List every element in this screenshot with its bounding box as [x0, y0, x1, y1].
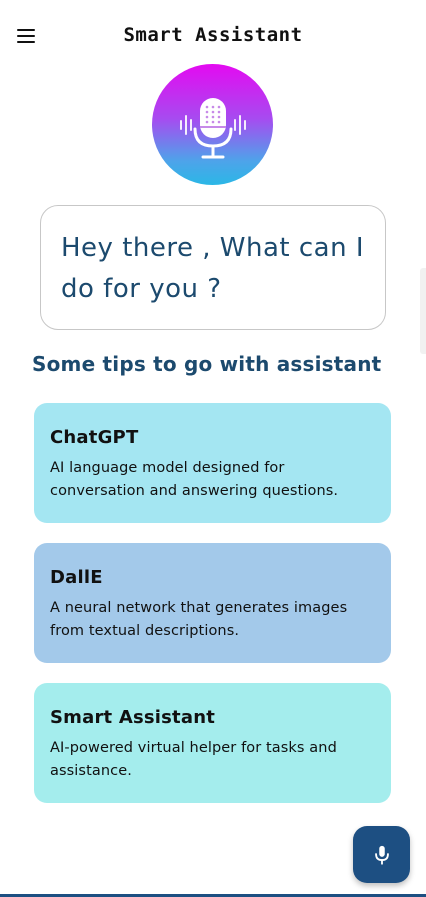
tip-card-description: AI-powered virtual helper for tasks and …: [50, 740, 337, 779]
tip-card-title: DallE: [50, 567, 103, 588]
tip-card-title: Smart Assistant: [50, 707, 216, 728]
tip-card-dalle[interactable]: DallE A neural network that generates im…: [34, 543, 391, 663]
greeting-text: Hey there , What can I do for you ?: [61, 233, 364, 304]
microphone-icon: [374, 845, 389, 865]
tip-card-description: AI language model designed for conversat…: [50, 460, 339, 499]
tips-heading: Some tips to go with assistant: [32, 352, 382, 376]
microphone-icon: [179, 97, 246, 158]
assistant-avatar: [152, 64, 273, 185]
voice-input-button[interactable]: [353, 826, 410, 883]
greeting-bubble: Hey there , What can I do for you ?: [40, 205, 386, 330]
app-bar: Smart Assistant: [0, 0, 426, 70]
tip-card-description: A neural network that generates images f…: [50, 600, 348, 639]
tip-card-smart-assistant[interactable]: Smart Assistant AI-powered virtual helpe…: [34, 683, 391, 803]
tip-card-chatgpt[interactable]: ChatGPT AI language model designed for c…: [34, 403, 391, 523]
assistant-home-screen: Smart Assistant Hey there , What can I d…: [0, 0, 426, 897]
scroll-indicator: [420, 268, 426, 354]
tip-card-title: ChatGPT: [50, 427, 139, 448]
app-title: Smart Assistant: [123, 24, 303, 46]
